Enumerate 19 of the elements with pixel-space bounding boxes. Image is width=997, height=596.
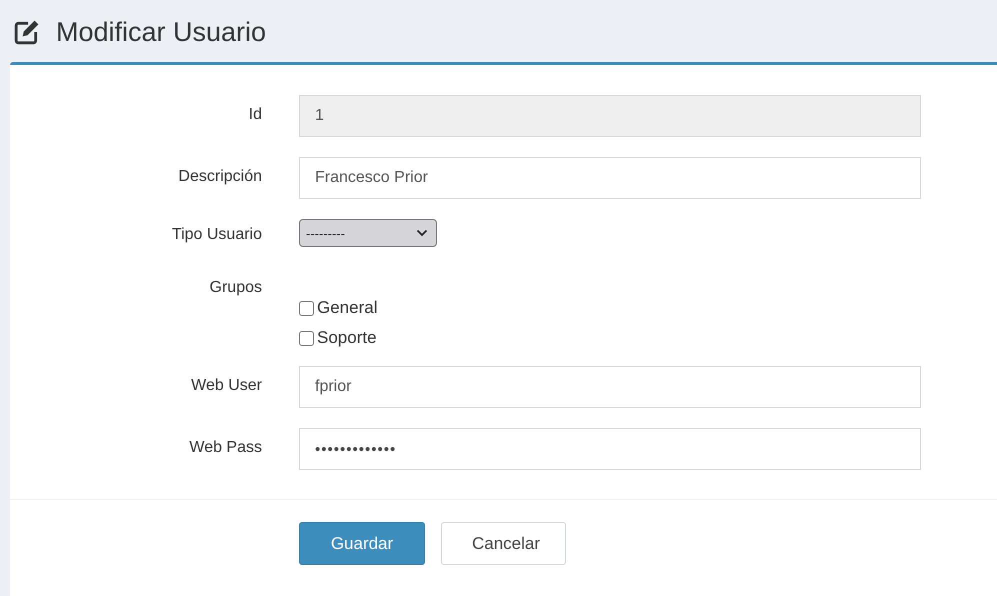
text-field[interactable]: Francesco Prior [299, 157, 921, 199]
field-label: Web Pass [188, 438, 262, 458]
password-field[interactable]: ••••••••••••• [299, 428, 921, 470]
field-label: Descripción [177, 167, 262, 187]
field-label: Grupos [208, 278, 262, 298]
field-label: Tipo Usuario [170, 225, 262, 245]
checkbox-label: General [317, 298, 378, 318]
checkbox[interactable] [299, 300, 314, 316]
text-field[interactable]: fprior [299, 366, 921, 408]
field-label: Web User [190, 376, 262, 396]
page-title: Modificar Usuario [56, 16, 266, 48]
save-button[interactable]: Guardar [299, 522, 425, 565]
field-label: Id [248, 105, 262, 125]
edit-icon [13, 19, 41, 45]
checkbox[interactable] [299, 330, 314, 346]
cancel-button[interactable]: Cancelar [441, 522, 566, 565]
checkbox-label: Soporte [317, 328, 377, 348]
dropdown[interactable]: --------- [299, 219, 437, 247]
chevron-down-icon [416, 229, 428, 237]
